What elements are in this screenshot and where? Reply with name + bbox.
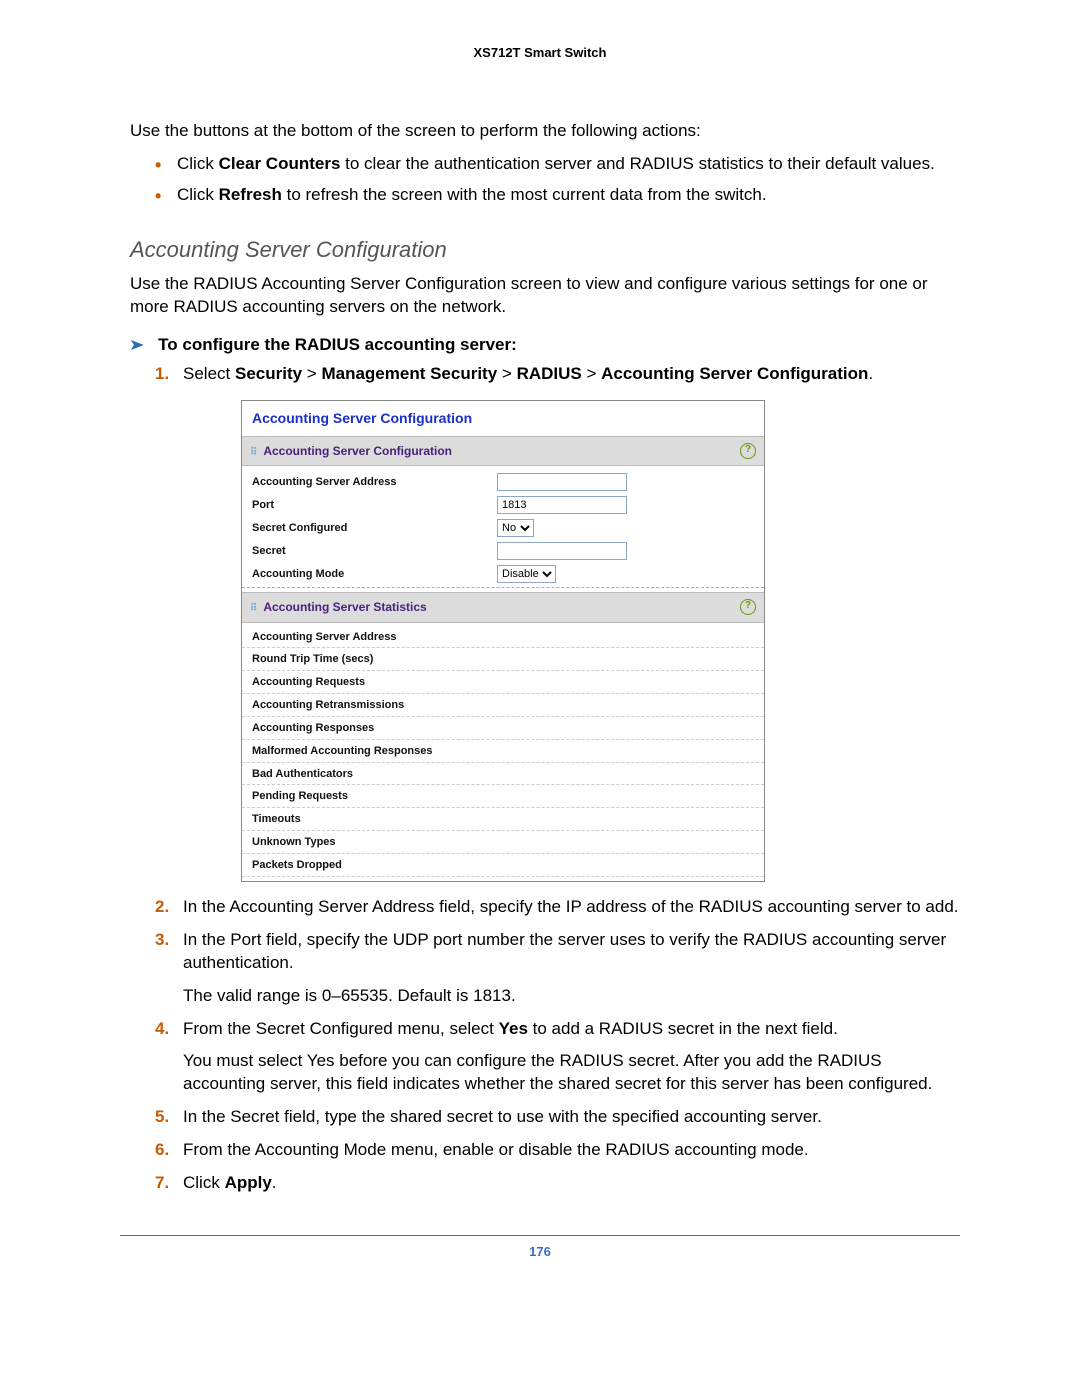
help-icon[interactable]: ?: [740, 443, 756, 459]
chevron-right-icon: ➤: [129, 335, 145, 355]
list-item: Click Refresh to refresh the screen with…: [155, 184, 960, 207]
field-label: Secret Configured: [252, 521, 497, 536]
nav-path-seg: Security: [235, 364, 302, 383]
section-paragraph: Use the RADIUS Accounting Server Configu…: [130, 273, 960, 319]
accounting-mode-select[interactable]: Disable: [497, 565, 556, 583]
list-item: In the Accounting Server Address field, …: [155, 896, 960, 919]
table-row: Secret Configured No: [242, 516, 764, 539]
table-row: Unknown Types: [242, 831, 764, 854]
nav-path-seg: Accounting Server Configuration: [601, 364, 868, 383]
text: Click: [177, 154, 219, 173]
nav-path-sep: >: [582, 364, 601, 383]
field-label: Port: [252, 498, 497, 513]
ui-config-body: Accounting Server Address Port Secret Co…: [242, 466, 764, 592]
text-bold: Yes: [499, 1019, 528, 1038]
table-row: Accounting Server Address: [242, 470, 764, 493]
stat-label: Accounting Retransmissions: [252, 698, 497, 713]
table-row: Timeouts: [242, 808, 764, 831]
table-row: Accounting Retransmissions: [242, 694, 764, 717]
section-title-text: Accounting Server Configuration: [263, 444, 452, 458]
divider: [242, 587, 764, 588]
table-row: Malformed Accounting Responses: [242, 740, 764, 763]
text: to refresh the screen with the most curr…: [282, 185, 767, 204]
field-label: Secret: [252, 544, 497, 559]
help-icon[interactable]: ?: [740, 599, 756, 615]
text-bold: Clear Counters: [219, 154, 341, 173]
nav-path-seg: Management Security: [321, 364, 497, 383]
sub-paragraph: The valid range is 0–65535. Default is 1…: [183, 985, 960, 1008]
page-title: XS712T Smart Switch: [120, 45, 960, 60]
text: Select: [183, 364, 235, 383]
ui-window-title: Accounting Server Configuration: [242, 401, 764, 436]
nav-path-seg: RADIUS: [517, 364, 582, 383]
text-bold: Refresh: [219, 185, 282, 204]
drag-icon: ⠿: [250, 603, 257, 614]
table-row: Pending Requests: [242, 785, 764, 808]
text: .: [272, 1173, 277, 1192]
stat-label: Accounting Responses: [252, 721, 497, 736]
list-item: In the Secret field, type the shared sec…: [155, 1106, 960, 1129]
task-title: To configure the RADIUS accounting serve…: [158, 335, 517, 354]
section-title-text: Accounting Server Statistics: [263, 600, 426, 614]
table-row: Port: [242, 493, 764, 516]
stat-label: Pending Requests: [252, 789, 497, 804]
section-title: ⠿ Accounting Server Configuration: [250, 443, 452, 460]
list-item: In the Port field, specify the UDP port …: [155, 929, 960, 1008]
nav-path-sep: >: [302, 364, 321, 383]
stat-label: Unknown Types: [252, 835, 497, 850]
field-label: Accounting Mode: [252, 567, 497, 582]
accounting-server-address-input[interactable]: [497, 473, 627, 491]
steps-list: Select Security > Management Security > …: [155, 363, 960, 1195]
text: Click: [177, 185, 219, 204]
ui-section-header-stats: ⠿ Accounting Server Statistics ?: [242, 592, 764, 623]
text: From the Secret Configured menu, select: [183, 1019, 499, 1038]
text: to add a RADIUS secret in the next field…: [528, 1019, 838, 1038]
drag-icon: ⠿: [250, 447, 257, 458]
actions-bullet-list: Click Clear Counters to clear the authen…: [155, 153, 960, 207]
table-row: Accounting Server Address: [242, 627, 764, 649]
stat-label: Round Trip Time (secs): [252, 652, 497, 667]
section-title: ⠿ Accounting Server Statistics: [250, 599, 427, 616]
field-label: Accounting Server Address: [252, 475, 497, 490]
table-row: Secret: [242, 539, 764, 562]
table-row: Accounting Mode Disable: [242, 562, 764, 585]
port-input[interactable]: [497, 496, 627, 514]
table-row: Bad Authenticators: [242, 763, 764, 786]
stat-label: Bad Authenticators: [252, 767, 497, 782]
text: to clear the authentication server and R…: [340, 154, 934, 173]
ui-stats-body: Accounting Server Address Round Trip Tim…: [242, 623, 764, 881]
table-row: Accounting Responses: [242, 717, 764, 740]
list-item: Select Security > Management Security > …: [155, 363, 960, 882]
list-item: From the Secret Configured menu, select …: [155, 1018, 960, 1097]
text: In the Port field, specify the UDP port …: [183, 930, 946, 972]
table-row: Round Trip Time (secs): [242, 648, 764, 671]
text: Click: [183, 1173, 225, 1192]
page-number: 176: [120, 1236, 960, 1259]
sub-paragraph: You must select Yes before you can confi…: [183, 1050, 960, 1096]
ui-section-header-config: ⠿ Accounting Server Configuration ?: [242, 436, 764, 467]
text-bold: Apply: [225, 1173, 272, 1192]
section-heading: Accounting Server Configuration: [130, 237, 960, 263]
intro-paragraph: Use the buttons at the bottom of the scr…: [130, 120, 960, 143]
secret-configured-select[interactable]: No: [497, 519, 534, 537]
stat-label: Malformed Accounting Responses: [252, 744, 497, 759]
nav-path-sep: >: [497, 364, 516, 383]
stat-label: Packets Dropped: [252, 858, 497, 873]
list-item: Click Clear Counters to clear the authen…: [155, 153, 960, 176]
stat-label: Timeouts: [252, 812, 497, 827]
ui-screenshot: Accounting Server Configuration ⠿ Account…: [241, 400, 765, 882]
table-row: Accounting Requests: [242, 671, 764, 694]
document-page: XS712T Smart Switch Use the buttons at t…: [0, 0, 1080, 1397]
stat-label: Accounting Server Address: [252, 630, 497, 645]
text: .: [868, 364, 873, 383]
task-heading: ➤ To configure the RADIUS accounting ser…: [130, 335, 960, 355]
list-item: Click Apply.: [155, 1172, 960, 1195]
secret-input[interactable]: [497, 542, 627, 560]
list-item: From the Accounting Mode menu, enable or…: [155, 1139, 960, 1162]
stat-label: Accounting Requests: [252, 675, 497, 690]
table-row: Packets Dropped: [242, 854, 764, 877]
